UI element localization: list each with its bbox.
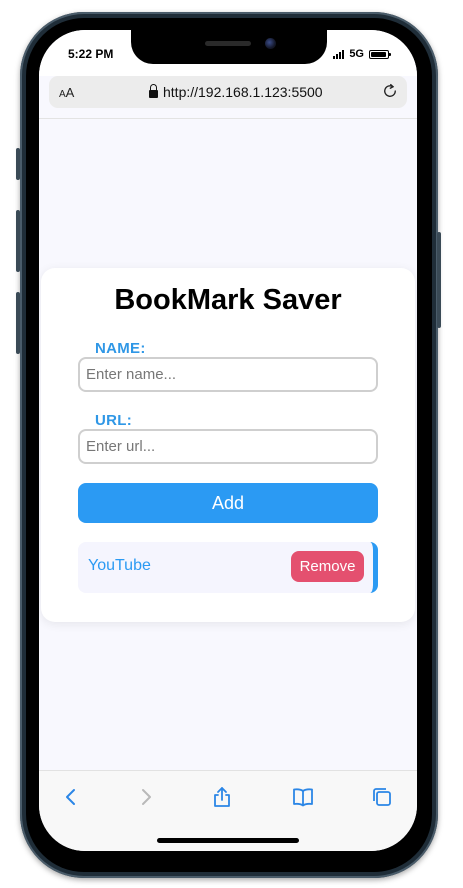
add-button[interactable]: Add: [78, 483, 378, 523]
name-label: NAME:: [95, 340, 146, 357]
url-label: URL:: [95, 412, 133, 429]
reload-icon[interactable]: [381, 82, 399, 100]
battery-icon: [369, 49, 391, 59]
volume-down-button: [16, 292, 20, 354]
status-indicators: 5G: [333, 48, 391, 60]
status-time: 5:22 PM: [68, 47, 114, 61]
url-input[interactable]: [78, 429, 378, 464]
front-camera: [265, 38, 276, 49]
forward-icon[interactable]: [134, 785, 158, 809]
signal-icon: [333, 49, 345, 59]
phone-screen: 5:22 PM 5G AA http://192.168.1.123:5500 …: [39, 30, 417, 851]
bookmark-card: BookMark Saver NAME: URL: Add YouTube Re…: [41, 268, 415, 622]
home-indicator[interactable]: [157, 838, 299, 843]
url-display[interactable]: http://192.168.1.123:5500: [149, 84, 323, 100]
share-icon[interactable]: [210, 785, 234, 809]
name-input[interactable]: [78, 357, 378, 392]
remove-button[interactable]: Remove: [291, 551, 364, 582]
address-bar-divider: [39, 118, 417, 119]
tabs-icon[interactable]: [370, 785, 394, 809]
back-icon[interactable]: [59, 785, 83, 809]
address-bar[interactable]: AA http://192.168.1.123:5500: [49, 76, 407, 108]
network-label: 5G: [349, 48, 364, 60]
text-size-button[interactable]: AA: [59, 85, 74, 100]
mute-switch: [16, 148, 20, 180]
lock-icon: [149, 84, 158, 98]
page-title: BookMark Saver: [114, 284, 342, 316]
bookmarks-icon[interactable]: [291, 785, 315, 809]
volume-up-button: [16, 210, 20, 272]
bookmark-link[interactable]: YouTube: [88, 557, 151, 575]
power-button: [437, 232, 441, 328]
notch: [131, 30, 327, 64]
speaker-grille: [205, 41, 251, 46]
list-item: YouTube Remove: [78, 542, 378, 593]
url-text: http://192.168.1.123:5500: [163, 84, 323, 100]
